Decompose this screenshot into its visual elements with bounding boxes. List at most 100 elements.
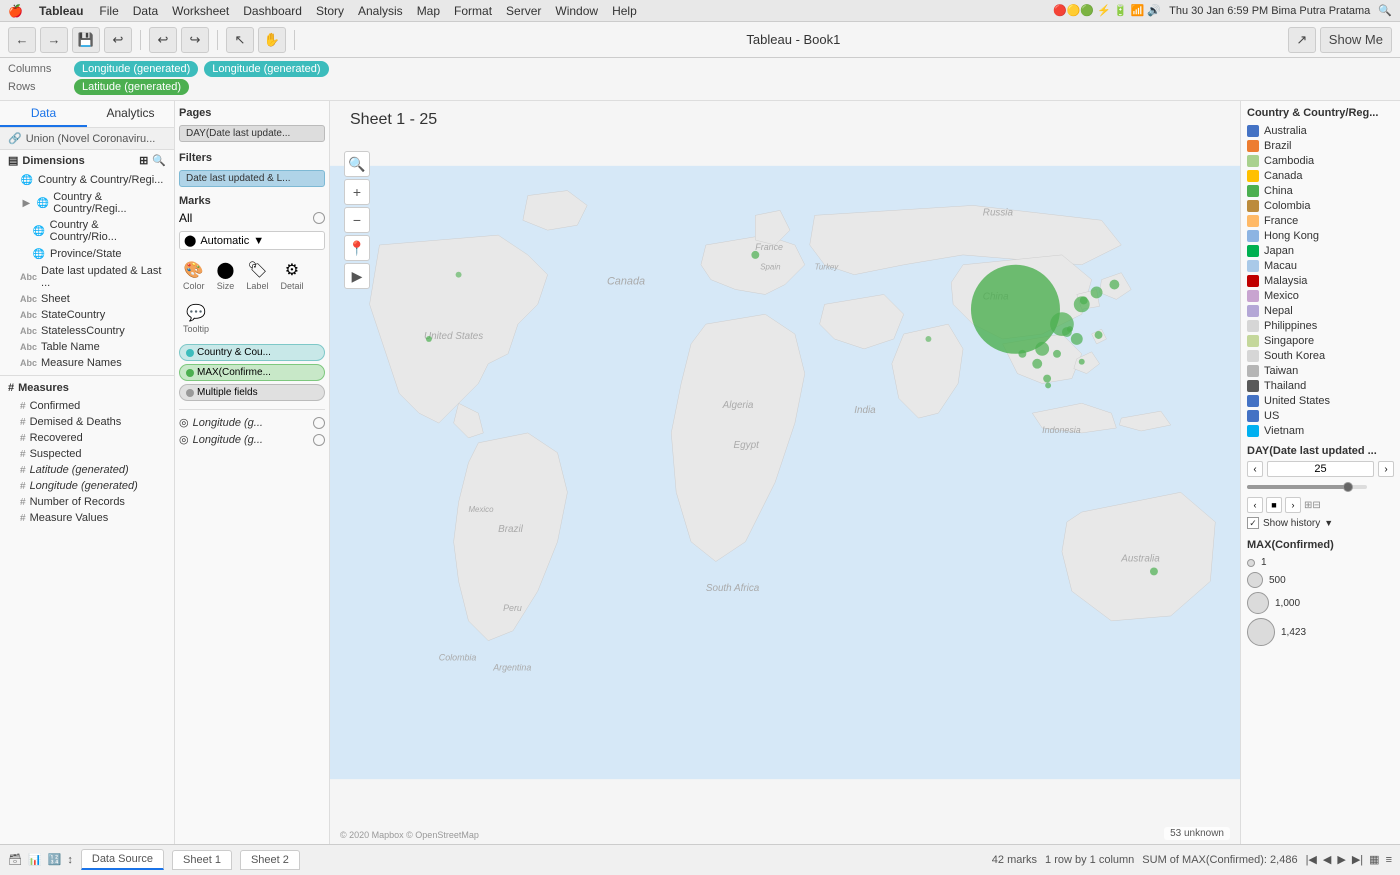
data-source-label[interactable]: 🔗 Union (Novel Coronaviru...	[0, 128, 174, 150]
legend-us[interactable]: US	[1247, 410, 1394, 422]
dim-state-country[interactable]: Abc StateCountry	[0, 307, 174, 323]
legend-brazil[interactable]: Brazil	[1247, 140, 1394, 152]
view-icon2[interactable]: ≡	[1386, 854, 1392, 866]
col2-pill[interactable]: Longitude (generated)	[204, 61, 328, 77]
menu-map[interactable]: Map	[417, 4, 440, 18]
menu-worksheet[interactable]: Worksheet	[172, 4, 229, 18]
pan-tool[interactable]: ✋	[258, 27, 286, 53]
legend-vietnam[interactable]: Vietnam	[1247, 425, 1394, 437]
status-icon2[interactable]: 📊	[28, 853, 42, 866]
legend-cambodia[interactable]: Cambodia	[1247, 155, 1394, 167]
marks-radio[interactable]	[313, 212, 325, 224]
size-button[interactable]: ⬤ Size	[213, 256, 239, 295]
legend-singapore[interactable]: Singapore	[1247, 335, 1394, 347]
legend-philippines[interactable]: Philippines	[1247, 320, 1394, 332]
show-history-dropdown[interactable]: ▼	[1324, 518, 1333, 528]
zoom-in-button[interactable]: +	[344, 179, 370, 205]
search-button[interactable]: 🔍	[344, 151, 370, 177]
lon-radio1[interactable]	[313, 417, 325, 429]
measure-suspected[interactable]: # Suspected	[0, 446, 174, 462]
confirmed-tag[interactable]: MAX(Confirme...	[179, 364, 325, 381]
longitude-item1[interactable]: ◎ Longitude (g...	[179, 414, 325, 431]
undo-button[interactable]: ↩	[149, 27, 177, 53]
legend-southkorea[interactable]: South Korea	[1247, 350, 1394, 362]
dim-date[interactable]: Abc Date last updated & Last ...	[0, 263, 174, 291]
legend-china[interactable]: China	[1247, 185, 1394, 197]
measure-longitude[interactable]: # Longitude (generated)	[0, 478, 174, 494]
dim-country3[interactable]: 🌐 Country & Country/Rio...	[0, 217, 174, 245]
day-prev-button[interactable]: ‹	[1247, 461, 1263, 477]
menu-server[interactable]: Server	[506, 4, 541, 18]
measure-confirmed[interactable]: # Confirmed	[0, 398, 174, 414]
tab-sheet1[interactable]: Sheet 1	[172, 850, 232, 870]
marks-type-select[interactable]: ⬤ Automatic ▼	[179, 231, 325, 250]
day-next-button[interactable]: ›	[1378, 461, 1394, 477]
lon-radio2[interactable]	[313, 434, 325, 446]
share-button[interactable]: ↗	[1288, 27, 1316, 53]
label-button[interactable]: 🏷 Label	[242, 256, 272, 295]
pages-pill[interactable]: DAY(Date last update...	[179, 125, 325, 142]
menu-data[interactable]: Data	[133, 4, 158, 18]
nav-icon1[interactable]: |◀	[1306, 853, 1317, 866]
measure-num-records[interactable]: # Number of Records	[0, 494, 174, 510]
show-me-button[interactable]: Show Me	[1320, 27, 1392, 53]
status-icon4[interactable]: ↕	[67, 854, 73, 866]
legend-colombia[interactable]: Colombia	[1247, 200, 1394, 212]
dimensions-grid-icon[interactable]: ⊞	[139, 154, 148, 167]
menu-format[interactable]: Format	[454, 4, 492, 18]
menu-window[interactable]: Window	[555, 4, 598, 18]
country-tag[interactable]: Country & Cou...	[179, 344, 325, 361]
redo-button[interactable]: ↪	[181, 27, 209, 53]
detail-button[interactable]: ⚙ Detail	[276, 256, 307, 295]
col1-pill[interactable]: Longitude (generated)	[74, 61, 198, 77]
day-filter-value[interactable]: 25	[1267, 461, 1374, 477]
filter1-pill[interactable]: Date last updated & L...	[179, 170, 325, 187]
measure-recovered[interactable]: # Recovered	[0, 430, 174, 446]
refresh-button[interactable]: ↩	[104, 27, 132, 53]
legend-malaysia[interactable]: Malaysia	[1247, 275, 1394, 287]
slider-thumb[interactable]	[1343, 482, 1353, 492]
legend-us-full[interactable]: United States	[1247, 395, 1394, 407]
save-button[interactable]: 💾	[72, 27, 100, 53]
tab-data[interactable]: Data	[0, 101, 87, 127]
next-play-button[interactable]: ›	[1285, 497, 1301, 513]
legend-macau[interactable]: Macau	[1247, 260, 1394, 272]
show-history[interactable]: ✓ Show history ▼	[1247, 517, 1394, 529]
dim-sheet[interactable]: Abc Sheet	[0, 291, 174, 307]
color-button[interactable]: 🎨 Color	[179, 256, 209, 295]
search-icon[interactable]: 🔍	[1378, 4, 1392, 17]
legend-canada[interactable]: Canada	[1247, 170, 1394, 182]
dimensions-header[interactable]: ▤ Dimensions ⊞ 🔍	[0, 150, 174, 171]
pin-button[interactable]: 📍	[344, 235, 370, 261]
dim-table-name[interactable]: Abc Table Name	[0, 339, 174, 355]
menu-help[interactable]: Help	[612, 4, 637, 18]
dimensions-search-icon[interactable]: 🔍	[152, 154, 166, 167]
tab-data-source[interactable]: Data Source	[81, 849, 164, 870]
measures-header[interactable]: # Measures	[0, 380, 174, 398]
nav-icon4[interactable]: ▶|	[1352, 853, 1363, 866]
legend-taiwan[interactable]: Taiwan	[1247, 365, 1394, 377]
status-icon1[interactable]: 🗃	[8, 853, 22, 866]
zoom-out-button[interactable]: −	[344, 207, 370, 233]
measure-latitude[interactable]: # Latitude (generated)	[0, 462, 174, 478]
forward-button[interactable]: →	[40, 27, 68, 53]
menu-story[interactable]: Story	[316, 4, 344, 18]
legend-mexico[interactable]: Mexico	[1247, 290, 1394, 302]
tab-sheet2[interactable]: Sheet 2	[240, 850, 300, 870]
dim-country1[interactable]: 🌐 Country & Country/Regi...	[0, 171, 174, 189]
multiple-tag[interactable]: Multiple fields	[179, 384, 325, 401]
legend-australia[interactable]: Australia	[1247, 125, 1394, 137]
prev-play-button[interactable]: ‹	[1247, 497, 1263, 513]
longitude-item2[interactable]: ◎ Longitude (g...	[179, 431, 325, 448]
row1-pill[interactable]: Latitude (generated)	[74, 79, 189, 95]
menu-analysis[interactable]: Analysis	[358, 4, 403, 18]
legend-france[interactable]: France	[1247, 215, 1394, 227]
legend-japan[interactable]: Japan	[1247, 245, 1394, 257]
view-icon1[interactable]: ▦	[1369, 853, 1379, 866]
legend-thailand[interactable]: Thailand	[1247, 380, 1394, 392]
status-icon3[interactable]: 🔢	[48, 853, 62, 866]
nav-icon2[interactable]: ◀	[1323, 853, 1331, 866]
measure-demised[interactable]: # Demised & Deaths	[0, 414, 174, 430]
measure-values[interactable]: # Measure Values	[0, 510, 174, 526]
day-slider-track[interactable]	[1247, 485, 1367, 489]
